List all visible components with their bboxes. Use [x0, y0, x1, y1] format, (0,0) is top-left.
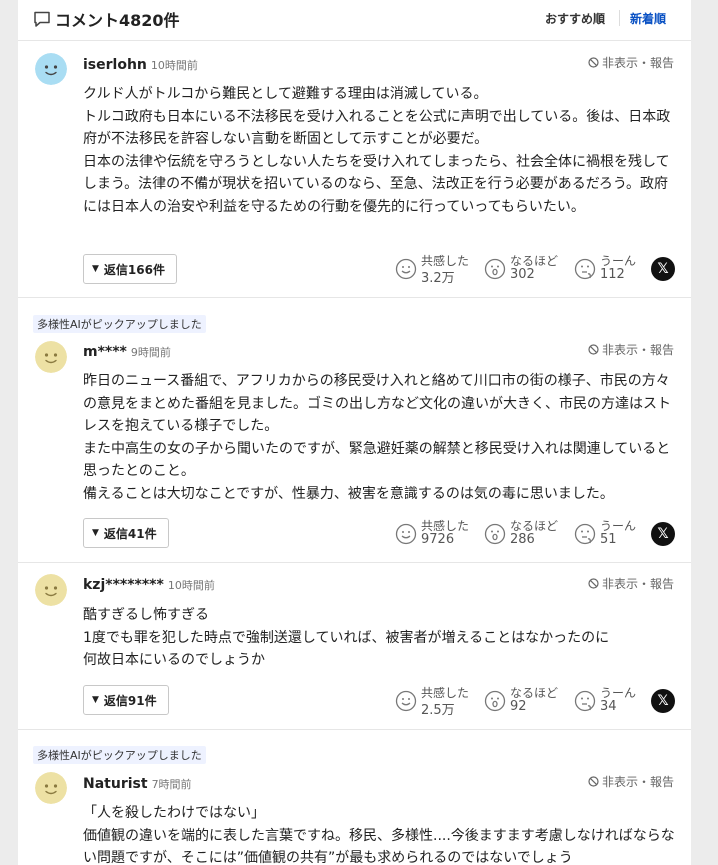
hide-report-button[interactable]: 非表示・報告 [588, 773, 674, 790]
sort-newest-button[interactable]: 新着順 [630, 10, 666, 27]
agree-reaction-button[interactable]: 共感した 9726 [395, 517, 475, 551]
reply-count-label: 返信91件 [103, 693, 157, 708]
comment-time: 9時間前 [130, 346, 171, 359]
x-share-button[interactable]: 𝕏 [651, 257, 675, 281]
smile-face-icon [395, 690, 417, 712]
comment-item: iserlohn 10時間前 非表示・報告 クルド人がトルコから難民として避難する… [18, 41, 691, 298]
avatar [35, 574, 67, 606]
comment-panel: コメント4820件 おすすめ順 新着順 iserlohn 10時間前 非表示・報告… [18, 0, 691, 865]
triangle-down-icon: ▼ [92, 528, 99, 538]
agree-reaction-button[interactable]: 共感した 3.2万 [395, 252, 475, 286]
username-text[interactable]: m**** [83, 344, 127, 360]
thinking-face-icon [574, 258, 596, 280]
ban-icon [588, 776, 599, 787]
username-text[interactable]: kzj******** [83, 577, 164, 593]
x-logo-icon: 𝕏 [657, 526, 669, 542]
ai-pickup-badge: 多様性AIがピックアップしました [33, 746, 206, 764]
comment-text: 「人を殺したわけではない」 価値観の違いを端的に表した言葉ですね。移民、多様性.… [83, 805, 675, 865]
hide-report-button[interactable]: 非表示・報告 [588, 575, 674, 592]
reply-count-label: 返信41件 [103, 526, 157, 541]
comment-time: 7時間前 [151, 778, 192, 791]
comment-text: クルド人がトルコから難民として避難する理由は消滅している。 トルコ政府も日本にい… [83, 86, 671, 215]
surprised-face-icon [484, 690, 506, 712]
hide-report-label: 非表示・報告 [602, 343, 675, 357]
comment-item: 多様性AIがピックアップしました Naturist 7時間前 非表示・報告 「人を… [18, 730, 691, 865]
x-logo-icon: 𝕏 [657, 261, 669, 277]
uun-reaction-button[interactable]: うーん 34 [574, 684, 640, 718]
username-text[interactable]: Naturist [83, 776, 148, 792]
hide-report-button[interactable]: 非表示・報告 [588, 341, 674, 358]
comment-username[interactable]: Naturist 7時間前 [83, 776, 192, 792]
uun-count: 51 [600, 532, 617, 547]
thinking-face-icon [574, 690, 596, 712]
hide-report-label: 非表示・報告 [602, 56, 675, 70]
uun-reaction-button[interactable]: うーん 51 [574, 517, 640, 551]
triangle-down-icon: ▼ [92, 264, 99, 274]
comment-item: kzj******** 10時間前 非表示・報告 酷すぎるし怖すぎる 1度でも罪を… [18, 563, 691, 730]
uun-reaction-button[interactable]: うーん 112 [574, 252, 640, 286]
hide-report-label: 非表示・報告 [602, 577, 675, 591]
comment-count-title: コメント4820件 [55, 11, 180, 30]
hide-report-label: 非表示・報告 [602, 775, 675, 789]
avatar [35, 772, 67, 804]
naruhodo-count: 302 [510, 267, 535, 282]
comment-item: 多様性AIがピックアップしました m**** 9時間前 非表示・報告 昨日のニュー… [18, 298, 691, 563]
sort-recommended-button[interactable]: おすすめ順 [545, 10, 605, 27]
naruhodo-reaction-button[interactable]: なるほど 286 [484, 517, 564, 551]
thinking-face-icon [574, 523, 596, 545]
naruhodo-reaction-button[interactable]: なるほど 92 [484, 684, 564, 718]
smile-face-icon [395, 258, 417, 280]
reply-toggle-button[interactable]: ▼ 返信41件 [83, 518, 169, 548]
comment-time: 10時間前 [150, 59, 198, 72]
sort-divider [619, 10, 620, 26]
surprised-face-icon [484, 258, 506, 280]
naruhodo-reaction-button[interactable]: なるほど 302 [484, 252, 564, 286]
comment-username[interactable]: iserlohn 10時間前 [83, 57, 198, 73]
reply-toggle-button[interactable]: ▼ 返信91件 [83, 685, 169, 715]
agree-reaction-button[interactable]: 共感した 2.5万 [395, 684, 475, 718]
smile-face-icon [395, 523, 417, 545]
naruhodo-count: 286 [510, 532, 535, 547]
avatar [35, 53, 67, 85]
ai-pickup-badge: 多様性AIがピックアップしました [33, 315, 206, 333]
agree-count: 2.5万 [421, 703, 455, 718]
agree-count: 9726 [421, 532, 455, 547]
surprised-face-icon [484, 523, 506, 545]
reply-count-label: 返信166件 [103, 262, 165, 277]
comment-text: 昨日のニュース番組で、アフリカからの移民受け入れと絡めて川口市の街の様子、市民の… [83, 373, 671, 502]
x-logo-icon: 𝕏 [657, 693, 669, 709]
uun-count: 112 [600, 267, 625, 282]
ban-icon [588, 344, 599, 355]
hide-report-button[interactable]: 非表示・報告 [588, 54, 674, 71]
comment-icon [34, 11, 50, 27]
comment-text: 酷すぎるし怖すぎる 1度でも罪を犯した時点で強制送還していれば、被害者が増えるこ… [83, 607, 610, 668]
triangle-down-icon: ▼ [92, 695, 99, 705]
comment-time: 10時間前 [167, 579, 215, 592]
ban-icon [588, 578, 599, 589]
agree-count: 3.2万 [421, 271, 455, 286]
ban-icon [588, 57, 599, 68]
uun-count: 34 [600, 699, 617, 714]
comment-header: コメント4820件 おすすめ順 新着順 [18, 0, 691, 41]
reply-toggle-button[interactable]: ▼ 返信166件 [83, 254, 177, 284]
comment-username[interactable]: m**** 9時間前 [83, 344, 171, 360]
x-share-button[interactable]: 𝕏 [651, 522, 675, 546]
comment-username[interactable]: kzj******** 10時間前 [83, 577, 215, 593]
naruhodo-count: 92 [510, 699, 527, 714]
x-share-button[interactable]: 𝕏 [651, 689, 675, 713]
avatar [35, 341, 67, 373]
username-text[interactable]: iserlohn [83, 57, 147, 73]
